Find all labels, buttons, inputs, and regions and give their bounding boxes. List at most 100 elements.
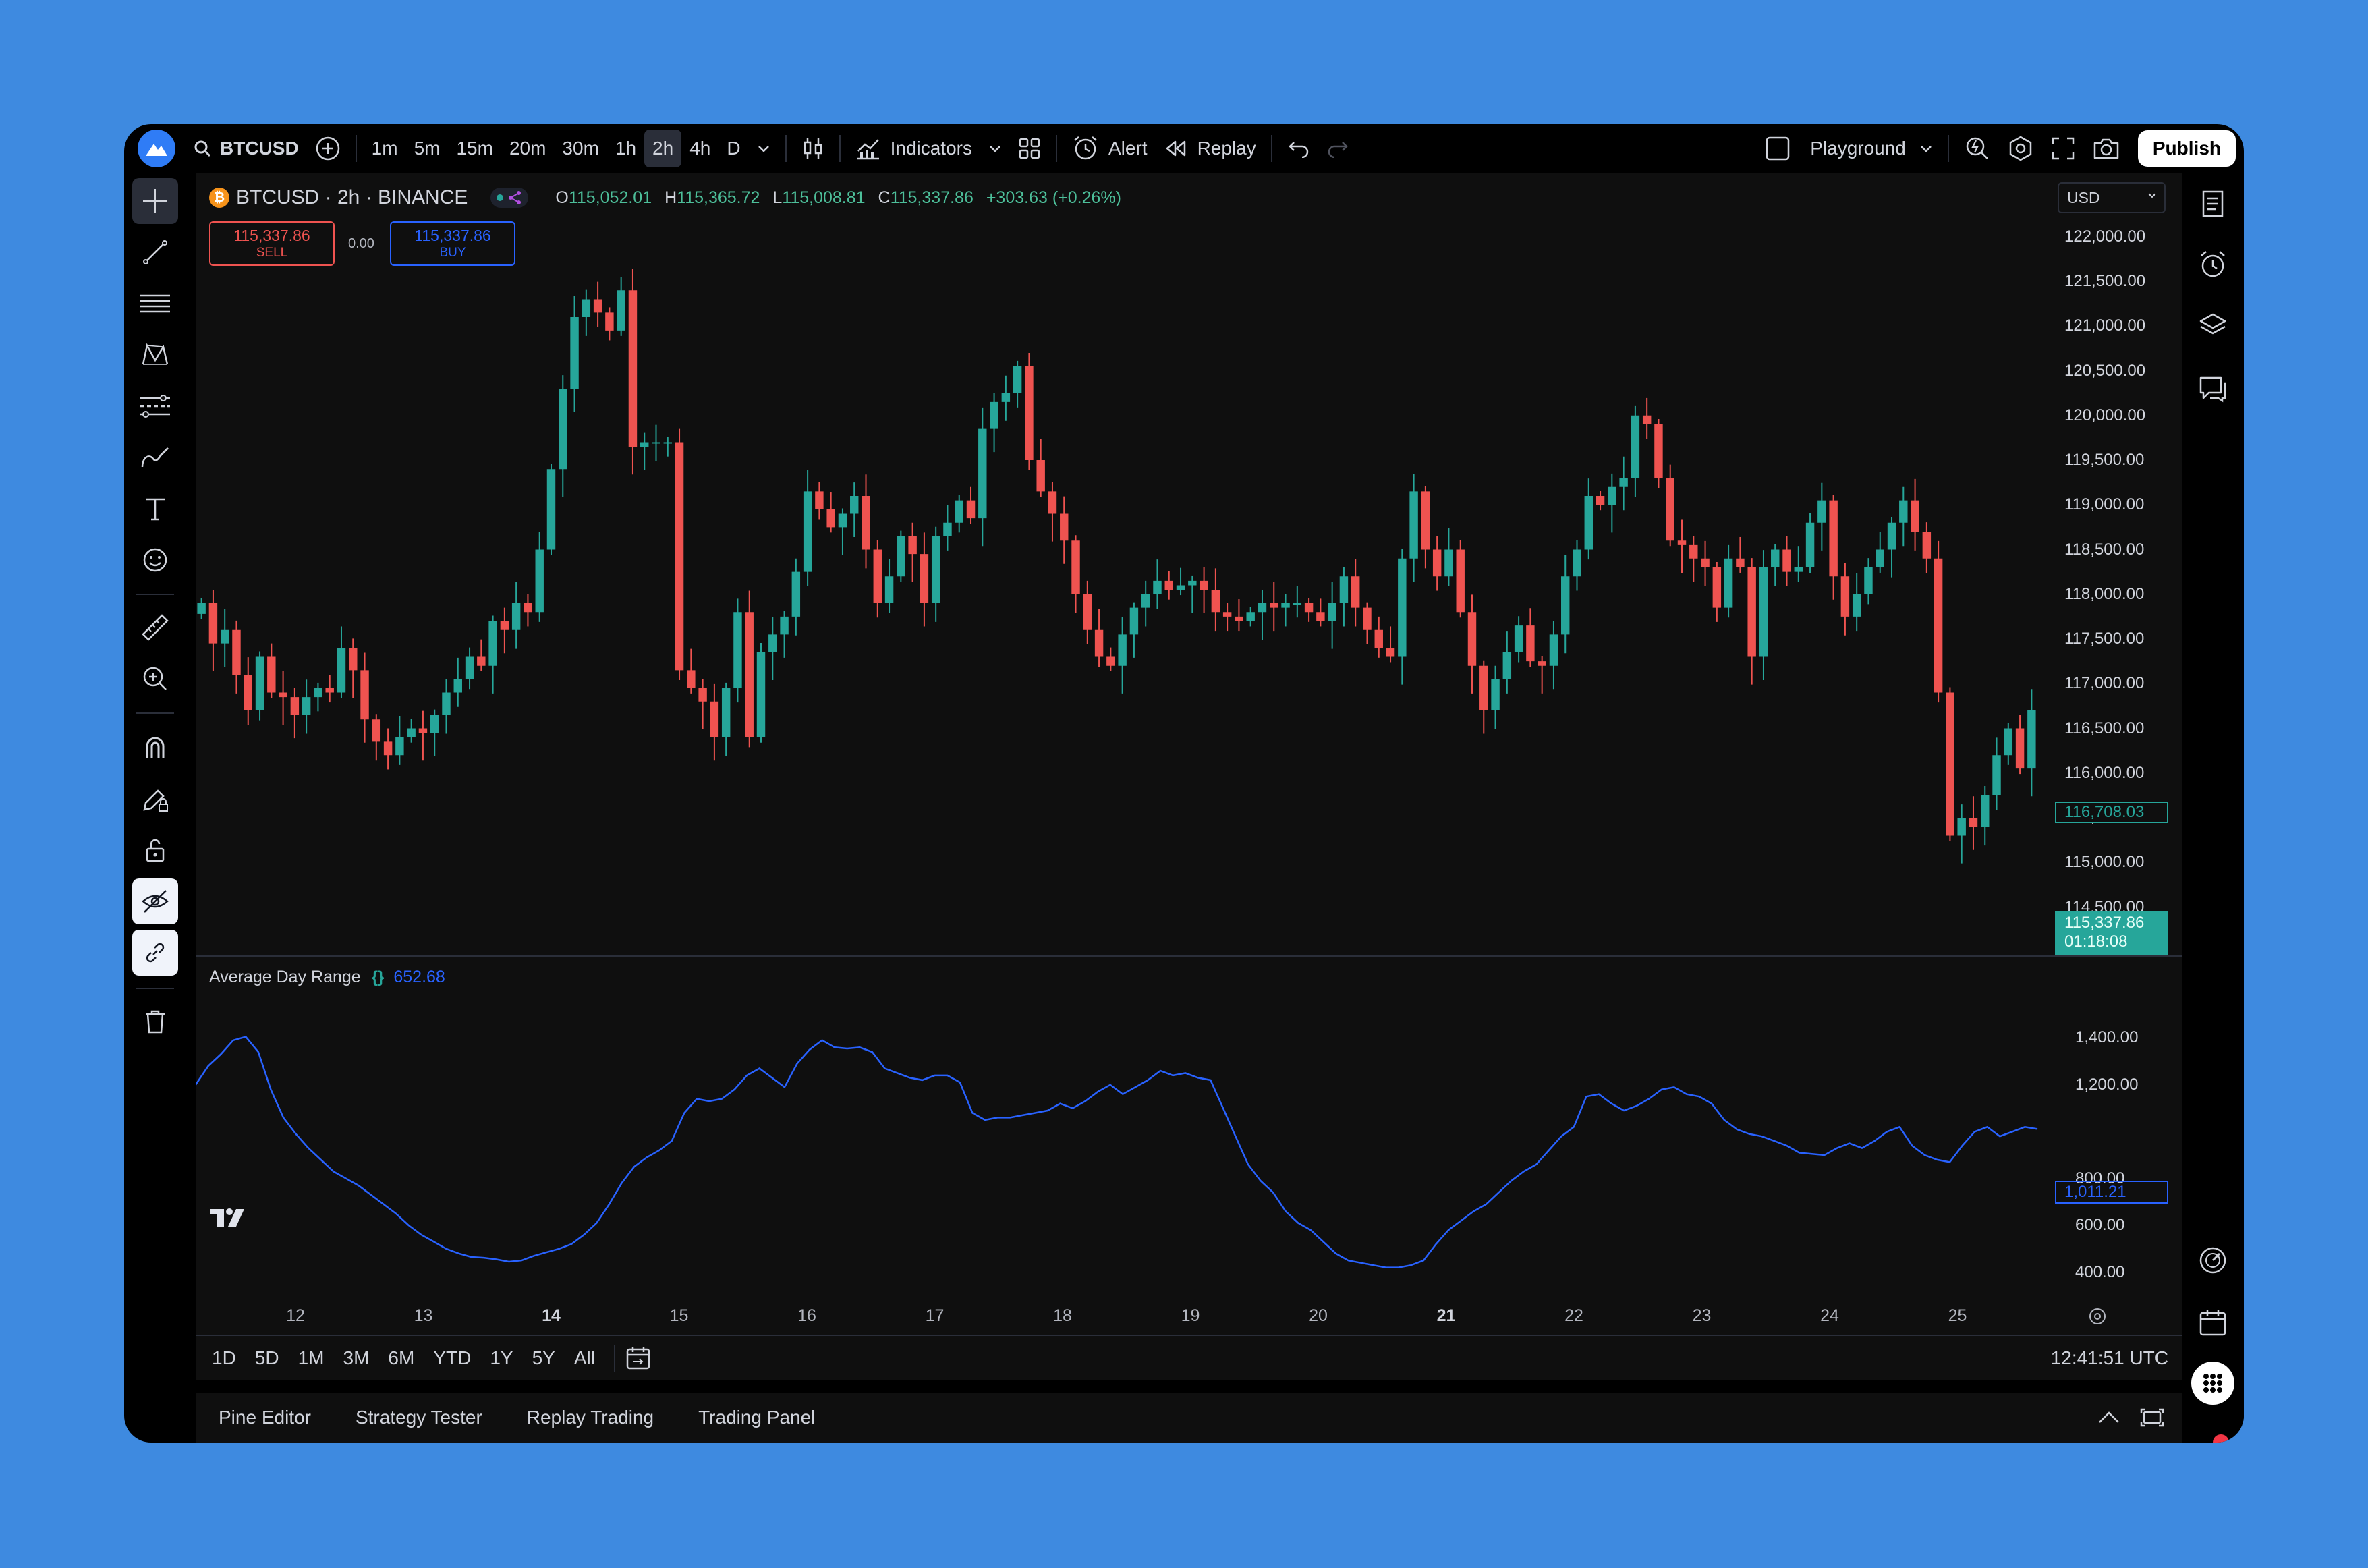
object-tree-button[interactable] <box>2191 304 2234 347</box>
quick-search-button[interactable] <box>1956 130 1999 167</box>
range-3m[interactable]: 3M <box>334 1347 379 1369</box>
candle[interactable] <box>1689 544 1698 559</box>
candle[interactable] <box>768 634 777 652</box>
candle[interactable] <box>1631 415 1640 478</box>
candle[interactable] <box>2027 710 2036 769</box>
symbol-title[interactable]: BTCUSD · 2h · BINANCE <box>236 186 468 209</box>
clock[interactable]: 12:41:51 UTC <box>2051 1347 2168 1369</box>
candle[interactable] <box>244 675 252 710</box>
candle[interactable] <box>349 648 358 671</box>
candle[interactable] <box>884 576 894 603</box>
candle[interactable] <box>966 500 976 519</box>
emoji-tool[interactable] <box>132 537 178 583</box>
candle[interactable] <box>1608 486 1616 505</box>
timeframe-20m[interactable]: 20m <box>501 130 554 167</box>
candle[interactable] <box>255 656 264 711</box>
candle[interactable] <box>838 513 847 528</box>
currency-select[interactable]: USD <box>2058 182 2166 213</box>
candle[interactable] <box>1899 500 1908 523</box>
candle[interactable] <box>1258 603 1267 613</box>
timeframe-1m[interactable]: 1m <box>364 130 406 167</box>
candle[interactable] <box>780 616 789 635</box>
candle[interactable] <box>1596 496 1605 505</box>
candle[interactable] <box>1771 549 1780 568</box>
range-all[interactable]: All <box>565 1347 604 1369</box>
candle[interactable] <box>546 469 556 550</box>
chart-canvas[interactable] <box>196 173 2182 1306</box>
candle[interactable] <box>1409 491 1418 559</box>
candle[interactable] <box>1176 585 1185 590</box>
candle[interactable] <box>1981 795 1990 827</box>
candle[interactable] <box>2015 728 2025 769</box>
candle[interactable] <box>279 692 287 698</box>
candle[interactable] <box>1549 634 1558 666</box>
candle[interactable] <box>1094 629 1104 657</box>
candle[interactable] <box>1573 549 1581 577</box>
candle[interactable] <box>1083 594 1092 630</box>
candle[interactable] <box>1852 594 1861 617</box>
candle[interactable] <box>920 554 929 603</box>
sync-drawings-button[interactable] <box>132 930 178 976</box>
pattern-tool[interactable] <box>132 332 178 378</box>
candle[interactable] <box>1526 625 1535 662</box>
market-status-badge[interactable] <box>490 188 529 208</box>
notifications-button[interactable] <box>2193 1434 2233 1443</box>
trend-line-tool[interactable] <box>132 229 178 275</box>
goto-date-button[interactable] <box>625 1345 652 1371</box>
buy-button[interactable]: 115,337.86 BUY <box>390 221 515 266</box>
candle[interactable] <box>511 603 521 630</box>
candle[interactable] <box>1946 692 1954 836</box>
timeframe-2h[interactable]: 2h <box>644 130 682 167</box>
candle[interactable] <box>931 536 940 603</box>
layouts-button[interactable] <box>1010 130 1049 167</box>
candle[interactable] <box>360 670 369 720</box>
candle[interactable] <box>1829 500 1838 577</box>
candle[interactable] <box>791 571 801 617</box>
candle[interactable] <box>1444 549 1453 577</box>
timeframe-dropdown[interactable] <box>749 130 779 167</box>
candle[interactable] <box>1060 513 1069 541</box>
hide-drawings-button[interactable] <box>132 878 178 924</box>
indicator-templates-dropdown[interactable] <box>980 130 1010 167</box>
candle[interactable] <box>1421 491 1430 550</box>
tradingview-logo-icon[interactable] <box>138 130 175 167</box>
candle[interactable] <box>1817 500 1826 523</box>
candle[interactable] <box>1141 594 1150 608</box>
candle[interactable] <box>733 612 742 688</box>
candle[interactable] <box>442 692 451 715</box>
candle[interactable] <box>593 299 602 313</box>
candle[interactable] <box>1502 652 1512 679</box>
indicator-name[interactable]: Average Day Range <box>209 968 361 987</box>
candle[interactable] <box>850 496 859 514</box>
candle[interactable] <box>1782 549 1791 572</box>
candle[interactable] <box>617 290 625 331</box>
candle[interactable] <box>1106 656 1115 666</box>
candle[interactable] <box>1479 665 1488 710</box>
pane-separator[interactable] <box>196 955 2182 957</box>
candle[interactable] <box>1339 576 1349 603</box>
candle[interactable] <box>430 715 439 733</box>
pine-script-icon[interactable]: {} <box>372 968 385 987</box>
candle[interactable] <box>570 317 579 389</box>
candle[interactable] <box>1794 567 1803 572</box>
remove-drawings-button[interactable] <box>132 999 178 1044</box>
candle[interactable] <box>1235 616 1243 621</box>
timeframe-1h[interactable]: 1h <box>607 130 644 167</box>
candle[interactable] <box>1374 629 1383 648</box>
brush-tool[interactable] <box>132 435 178 480</box>
watchlist-button[interactable] <box>2191 182 2234 225</box>
candle[interactable] <box>1467 612 1477 666</box>
candle[interactable] <box>1118 634 1127 666</box>
range-1m[interactable]: 1M <box>289 1347 334 1369</box>
tradingview-watermark-icon[interactable] <box>209 1205 252 1229</box>
magnet-mode-button[interactable] <box>132 725 178 771</box>
candle[interactable] <box>1129 607 1139 635</box>
chats-button[interactable] <box>2191 367 2234 410</box>
candle[interactable] <box>1188 580 1197 586</box>
timeframe-15m[interactable]: 15m <box>448 130 501 167</box>
calendar-button[interactable] <box>2191 1301 2234 1344</box>
candle[interactable] <box>197 603 206 614</box>
snapshot-button[interactable] <box>2084 130 2129 167</box>
sell-button[interactable]: 115,337.86 SELL <box>209 221 335 266</box>
lock-drawings-button[interactable] <box>132 827 178 873</box>
